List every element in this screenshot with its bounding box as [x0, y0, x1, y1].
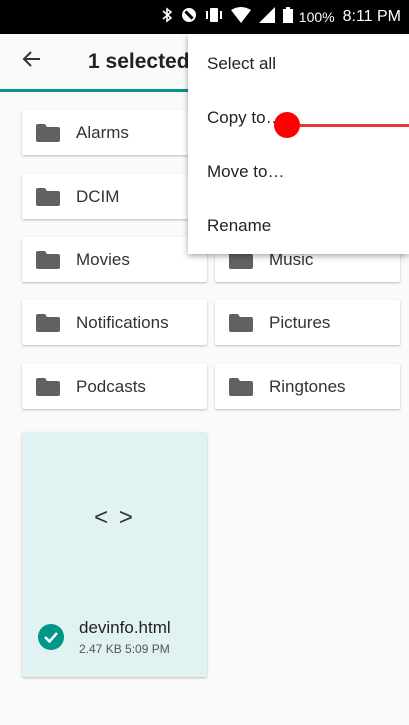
- folder-dcim[interactable]: DCIM: [22, 174, 207, 219]
- folder-label: Pictures: [269, 312, 331, 332]
- folder-label: Movies: [76, 249, 130, 269]
- wifi-icon: [230, 7, 251, 27]
- do-not-disturb-icon: [181, 7, 197, 27]
- status-bar: 100% 8:11 PM: [0, 0, 409, 34]
- check-circle-icon[interactable]: [38, 624, 64, 650]
- battery-percent: 100%: [298, 9, 335, 25]
- folder-ringtones[interactable]: Ringtones: [215, 364, 400, 409]
- folder-movies[interactable]: Movies: [22, 237, 207, 282]
- folder-alarms[interactable]: Alarms: [22, 110, 207, 155]
- code-icon: < >: [94, 504, 135, 531]
- folder-label: Podcasts: [76, 376, 146, 396]
- folder-label: DCIM: [76, 186, 120, 206]
- folder-notifications[interactable]: Notifications: [22, 300, 207, 345]
- arrow-back-icon[interactable]: [22, 48, 42, 76]
- folder-icon: [36, 123, 60, 142]
- touch-trail: [290, 124, 409, 127]
- menu-item-rename[interactable]: Rename: [188, 199, 409, 253]
- file-card-selected[interactable]: < > devinfo.html 2.47 KB 5:09 PM: [22, 432, 207, 677]
- folder-pictures[interactable]: Pictures: [215, 300, 400, 345]
- touch-indicator: [274, 112, 300, 138]
- folder-icon: [36, 250, 60, 269]
- page-title: 1 selected: [88, 50, 188, 73]
- folder-icon: [36, 187, 60, 206]
- overflow-menu: Select all Copy to… Move to… Rename: [188, 34, 409, 254]
- bluetooth-icon: [161, 7, 173, 27]
- folder-icon: [229, 313, 253, 332]
- menu-item-move-to[interactable]: Move to…: [188, 145, 409, 199]
- clock: 8:11 PM: [342, 8, 401, 25]
- folder-label: Alarms: [76, 122, 129, 142]
- folder-label: Notifications: [76, 312, 169, 332]
- folder-podcasts[interactable]: Podcasts: [22, 364, 207, 409]
- folder-icon: [36, 313, 60, 332]
- folder-icon: [36, 377, 60, 396]
- vibrate-icon: [205, 7, 223, 27]
- battery-icon: [282, 7, 293, 27]
- folder-icon: [229, 377, 253, 396]
- file-name: devinfo.html: [79, 618, 171, 637]
- file-meta: 2.47 KB 5:09 PM: [79, 642, 170, 656]
- signal-icon: [258, 7, 275, 27]
- folder-label: Ringtones: [269, 376, 346, 396]
- menu-item-select-all[interactable]: Select all: [188, 37, 409, 91]
